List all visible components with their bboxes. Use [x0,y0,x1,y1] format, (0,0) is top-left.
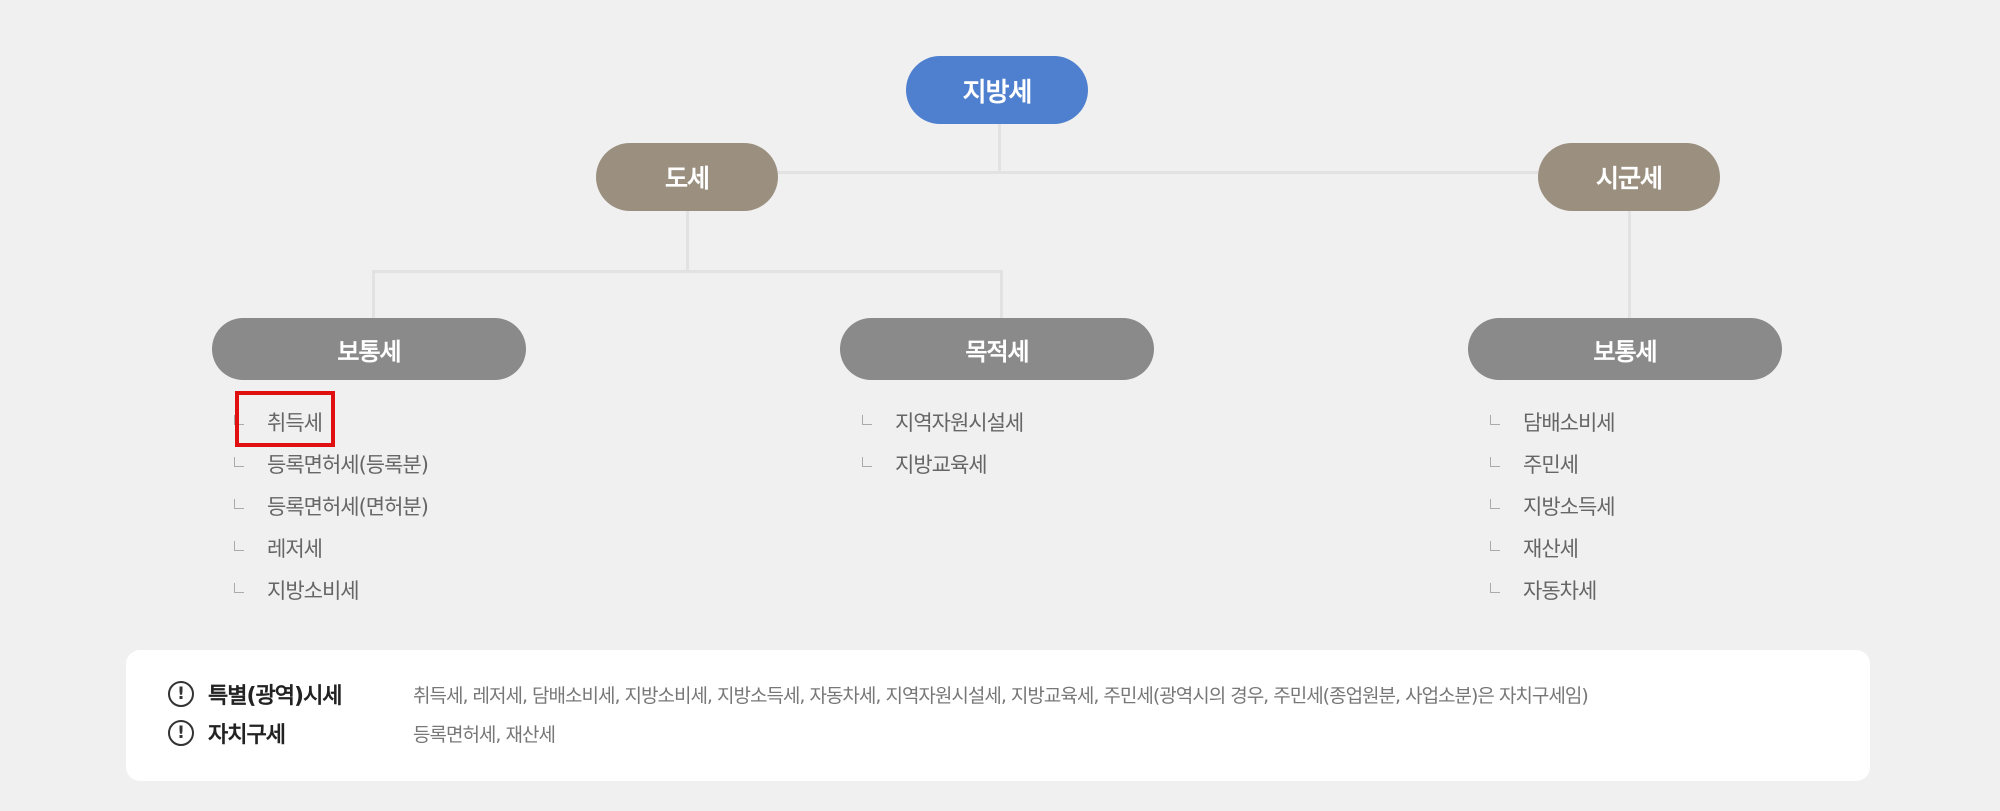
list-item-label: 지방소득세 [1523,495,1616,519]
info-row-metropolitan: ! 특별(광역)시세 취득세, 레저세, 담배소비세, 지방소비세, 지방소득세… [168,676,1589,712]
list-item-label: 등록면허세(면허분) [267,495,429,519]
connector-do-stem [686,211,689,272]
exclamation-circle-icon: ! [168,720,194,746]
corner-arrow-icon [1490,499,1500,509]
list-item-label: 지역자원시설세 [895,411,1024,435]
list-item-label: 담배소비세 [1523,411,1616,435]
corner-arrow-icon [234,583,244,593]
corner-arrow-icon [1490,541,1500,551]
list-item-label: 레저세 [267,537,323,561]
corner-arrow-icon [862,415,872,425]
do-purpose-tax-node: 목적세 [840,318,1154,380]
list-item-label: 지방교육세 [895,453,988,477]
sigun-ordinary-tax-node: 보통세 [1468,318,1782,380]
list-item-label: 등록면허세(등록분) [267,453,429,477]
list-item: 주민세 [1490,444,1615,486]
connector-sigun-stem [1628,211,1631,318]
do-purpose-tax-list: 지역자원시설세 지방교육세 [862,402,1024,486]
list-item-label: 지방소비세 [267,579,360,603]
list-item-label: 자동차세 [1523,579,1597,603]
sigun-tax-node: 시군세 [1538,143,1720,211]
list-item: 레저세 [234,528,428,570]
corner-arrow-icon [234,457,244,467]
connector-root-stem [998,124,1001,173]
highlight-box [235,391,335,447]
list-item: 지방소비세 [234,570,428,612]
info-box: ! 특별(광역)시세 취득세, 레저세, 담배소비세, 지방소비세, 지방소득세… [126,650,1870,781]
corner-arrow-icon [1490,457,1500,467]
list-item: 등록면허세(등록분) [234,444,429,486]
list-item-label: 재산세 [1523,537,1579,561]
list-item: 등록면허세(면허분) [234,486,429,528]
corner-arrow-icon [1490,415,1500,425]
sigun-ordinary-tax-list: 담배소비세 주민세 지방소득세 재산세 자동차세 [1490,402,1616,612]
corner-arrow-icon [234,541,244,551]
info-title: 자치구세 [208,723,286,748]
list-item: 재산세 [1490,528,1615,570]
do-ordinary-tax-list: 취득세 등록면허세(등록분) 등록면허세(면허분) 레저세 지방소비세 [234,391,429,612]
list-item: 지역자원시설세 [862,402,1024,444]
info-description: 등록면허세, 재산세 [413,723,556,746]
list-item: 취득세 [234,391,428,447]
do-ordinary-tax-node: 보통세 [212,318,526,380]
list-item-label: 주민세 [1523,453,1579,477]
do-tax-node: 도세 [596,143,778,211]
list-item: 지방소득세 [1490,486,1616,528]
connector-level1-horizontal [778,171,1538,174]
list-item: 담배소비세 [1490,402,1616,444]
exclamation-circle-icon: ! [168,681,194,707]
corner-arrow-icon [1490,583,1500,593]
root-node: 지방세 [906,56,1088,124]
connector-left-drop [372,270,375,318]
info-description: 취득세, 레저세, 담배소비세, 지방소비세, 지방소득세, 자동차세, 지역자… [413,684,1589,707]
info-title: 특별(광역)시세 [208,684,343,709]
connector-middle-drop [1000,270,1003,318]
corner-arrow-icon [234,499,244,509]
list-item: 자동차세 [1490,570,1615,612]
info-row-autonomous-district: ! 자치구세 등록면허세, 재산세 [168,715,556,751]
connector-level2-horizontal [372,270,1003,273]
list-item: 지방교육세 [862,444,1023,486]
corner-arrow-icon [862,457,872,467]
